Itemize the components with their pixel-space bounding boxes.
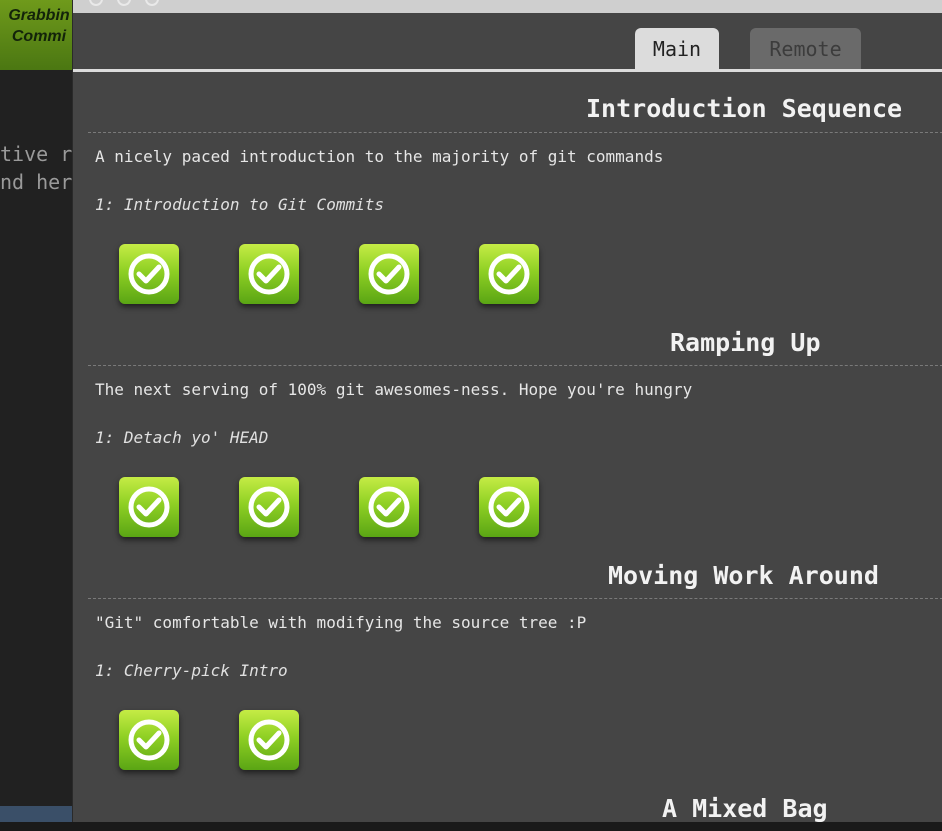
sequence-label: 1: Introduction to Git Commits <box>95 195 384 214</box>
background-badge-line: Grabbin <box>8 7 70 24</box>
window-close-button[interactable] <box>89 0 103 6</box>
tab-underline <box>73 69 942 72</box>
checkmark-icon <box>248 486 290 528</box>
checkmark-icon <box>368 253 410 295</box>
bottom-strip <box>0 822 942 831</box>
section-title: Introduction Sequence <box>586 94 903 123</box>
checkmark-icon <box>488 486 530 528</box>
section-divider <box>88 132 942 133</box>
checkmark-icon <box>248 719 290 761</box>
level-button-3[interactable] <box>359 477 419 537</box>
section-description: A nicely paced introduction to the major… <box>95 147 664 166</box>
section-description: The next serving of 100% git awesomes-ne… <box>95 380 693 399</box>
level-button-2[interactable] <box>239 477 299 537</box>
level-button-1[interactable] <box>119 477 179 537</box>
window-maximize-button[interactable] <box>145 0 159 6</box>
checkmark-icon <box>128 253 170 295</box>
checkmark-icon <box>128 486 170 528</box>
checkmark-icon <box>368 486 410 528</box>
section-divider <box>88 598 942 599</box>
tab-main[interactable]: Main <box>635 28 719 69</box>
background-badge-line: Commi <box>11 28 67 45</box>
checkmark-icon <box>128 719 170 761</box>
window-minimize-button[interactable] <box>117 0 131 6</box>
tab-remote[interactable]: Remote <box>750 28 861 69</box>
section-title: A Mixed Bag <box>662 794 828 822</box>
background-text: tive r nd her <box>0 140 74 196</box>
section-divider <box>88 365 942 366</box>
level-button-1[interactable] <box>119 710 179 770</box>
background-text-line: nd her <box>0 170 73 194</box>
background-app-panel <box>0 0 74 831</box>
section-description: "Git" comfortable with modifying the sou… <box>95 613 587 632</box>
level-button-2[interactable] <box>239 244 299 304</box>
window-titlebar <box>73 0 942 13</box>
level-button-2[interactable] <box>239 710 299 770</box>
sequence-label: 1: Cherry-pick Intro <box>95 661 288 680</box>
level-button-4[interactable] <box>479 244 539 304</box>
checkmark-icon <box>488 253 530 295</box>
level-button-3[interactable] <box>359 244 419 304</box>
level-button-1[interactable] <box>119 244 179 304</box>
section-title: Moving Work Around <box>608 561 879 590</box>
section-title: Ramping Up <box>670 328 821 357</box>
background-text-line: tive r <box>0 142 73 166</box>
background-level-badge: Grabbin Commi <box>0 0 74 70</box>
sequence-label: 1: Detach yo' HEAD <box>95 428 269 447</box>
tab-bar: Main Remote <box>73 13 942 69</box>
level-select-window: Main Remote Introduction Sequence A nice… <box>72 0 942 822</box>
checkmark-icon <box>248 253 290 295</box>
level-button-4[interactable] <box>479 477 539 537</box>
